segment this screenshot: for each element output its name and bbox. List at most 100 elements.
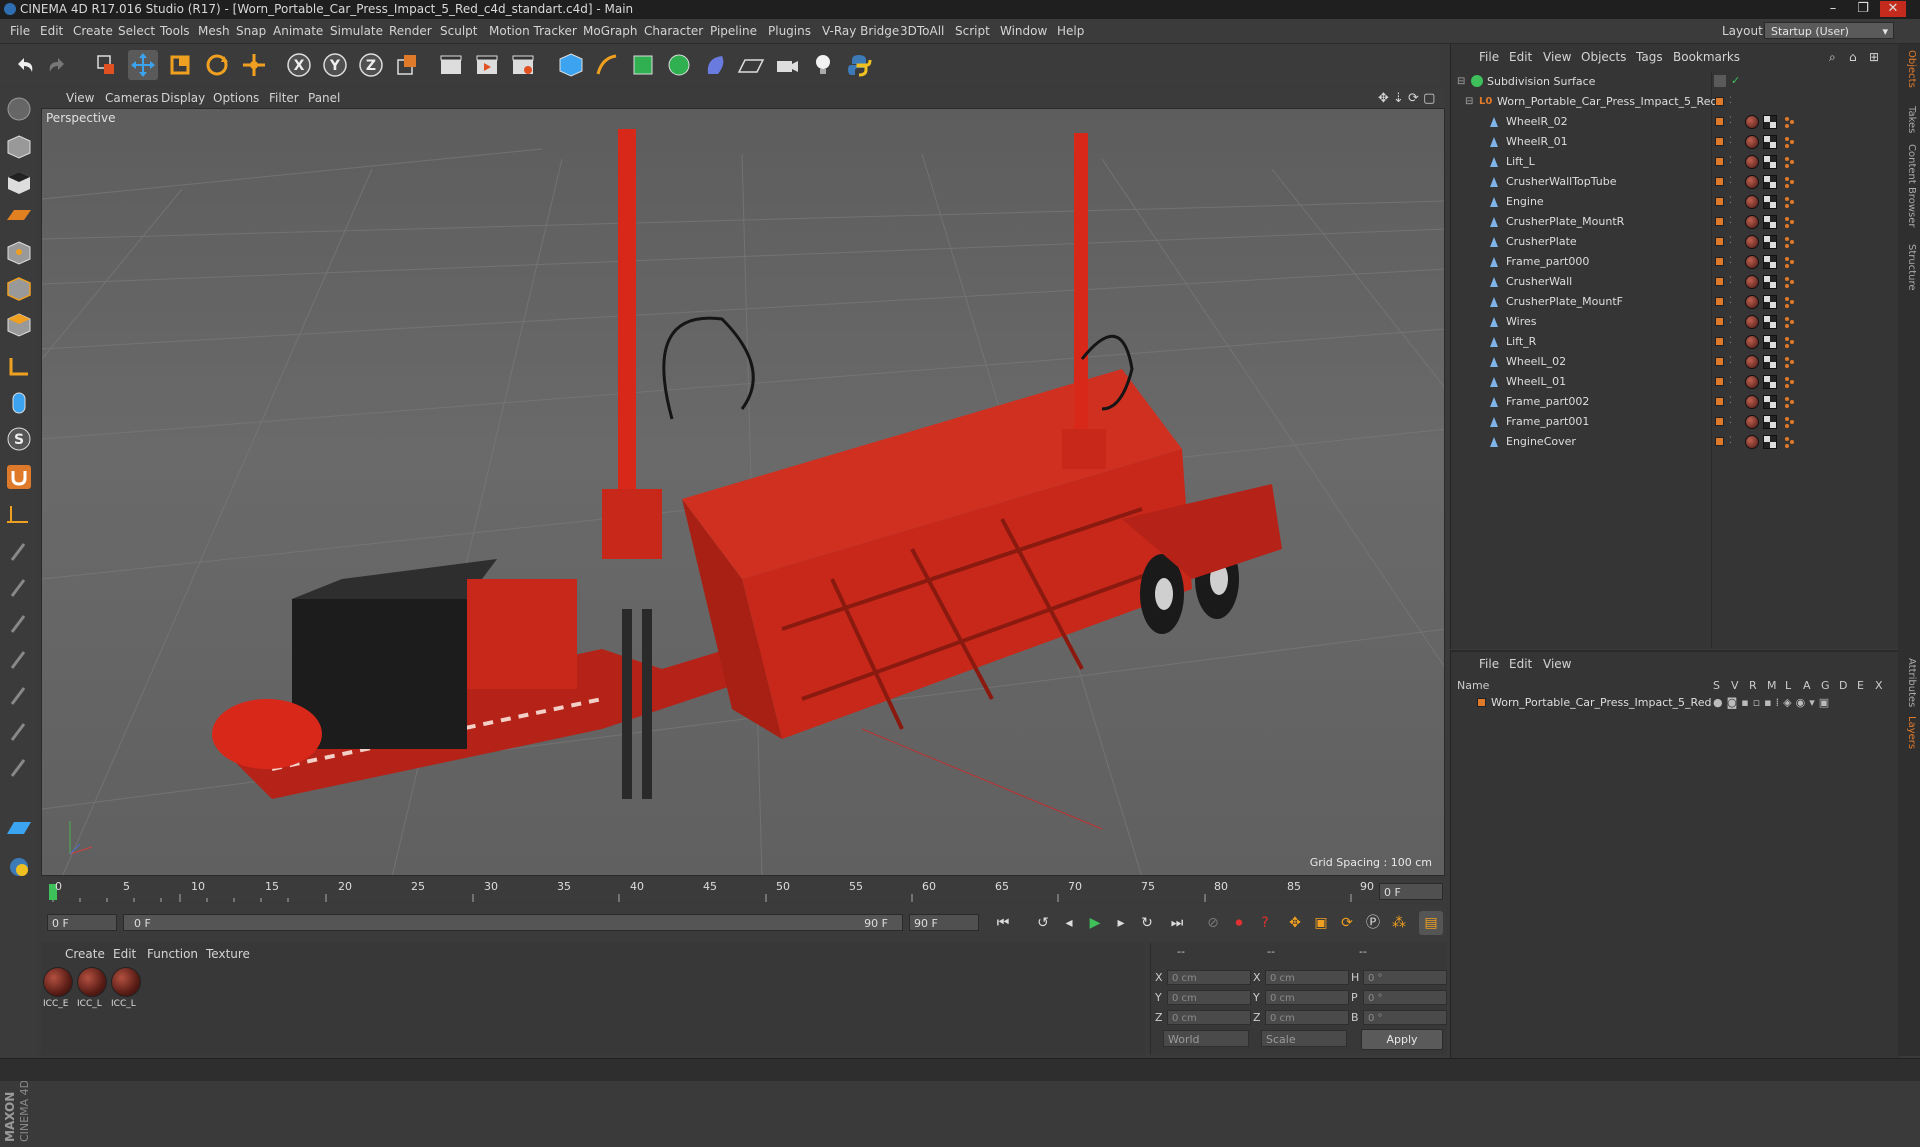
scale-button[interactable] <box>165 50 195 80</box>
material-swatch[interactable]: ICC_L <box>77 967 107 1009</box>
menu-pipeline[interactable]: Pipeline <box>710 24 757 38</box>
layer-color-icon[interactable] <box>1715 217 1724 226</box>
minimize-button[interactable]: – <box>1820 1 1846 17</box>
current-frame-field[interactable]: 0 F <box>1379 883 1443 900</box>
material-tag-icon[interactable] <box>1745 155 1759 169</box>
frame-range-slider[interactable]: 0 F 90 F <box>123 914 903 931</box>
python-button[interactable] <box>844 50 874 80</box>
menu-mesh[interactable]: Mesh <box>198 24 230 38</box>
axis-mode-button[interactable] <box>4 352 34 382</box>
layer-color-icon[interactable] <box>1715 157 1724 166</box>
uvw-tag-icon[interactable] <box>1763 375 1777 389</box>
visibility-dots-icon[interactable]: ⁚ <box>1729 396 1735 408</box>
uvw-tag-icon[interactable] <box>1763 395 1777 409</box>
sculpt-tool-1[interactable] <box>4 536 34 566</box>
start-frame-field[interactable]: 0 F <box>47 914 117 931</box>
object-row[interactable]: WheelR_02 ⁚ <box>1451 112 1899 132</box>
record-button[interactable]: ⏺ <box>1227 911 1251 935</box>
end-frame-field[interactable]: 90 F <box>909 914 979 931</box>
tab-layers[interactable]: Layers <box>1901 716 1917 749</box>
uvw-tag-icon[interactable] <box>1763 335 1777 349</box>
rotation-b-field[interactable]: 0 ° <box>1363 1010 1447 1025</box>
tweak-mode-button[interactable] <box>4 388 34 418</box>
phong-tag-icon[interactable] <box>1783 395 1797 409</box>
layer-color-icon[interactable] <box>1715 177 1724 186</box>
menu-plugins[interactable]: Plugins <box>768 24 811 38</box>
layer-row[interactable]: Worn_Portable_Car_Press_Impact_5_Red ●◙▪… <box>1451 693 1899 713</box>
tab-content-browser[interactable]: Content Browser <box>1901 144 1917 227</box>
visibility-dots-icon[interactable]: ⁚ <box>1729 356 1735 368</box>
live-selection-button[interactable] <box>90 50 120 80</box>
object-row-subdivision[interactable]: ⊟ Subdivision Surface ✓ <box>1451 72 1899 92</box>
menu-character[interactable]: Character <box>644 24 703 38</box>
material-tag-icon[interactable] <box>1745 415 1759 429</box>
undo-button[interactable] <box>10 50 40 80</box>
visibility-dots-icon[interactable]: ⁚ <box>1729 176 1735 188</box>
uvw-tag-icon[interactable] <box>1763 415 1777 429</box>
search-icon[interactable]: ⌕ <box>1829 50 1836 65</box>
material-tag-icon[interactable] <box>1745 215 1759 229</box>
menu-motion-tracker[interactable]: Motion Tracker <box>489 24 577 38</box>
object-row[interactable]: Wires ⁚ <box>1451 312 1899 332</box>
transform-button[interactable] <box>239 50 269 80</box>
visibility-dots-icon[interactable]: ⁚ <box>1729 236 1735 248</box>
menu-help[interactable]: Help <box>1057 24 1084 38</box>
phong-tag-icon[interactable] <box>1783 335 1797 349</box>
obj-menu-view[interactable]: View <box>1543 50 1571 64</box>
tab-structure[interactable]: Structure <box>1901 244 1917 291</box>
z-axis-button[interactable]: Z <box>356 50 386 80</box>
phong-tag-icon[interactable] <box>1783 135 1797 149</box>
position-y-field[interactable]: 0 cm <box>1167 990 1251 1005</box>
phong-tag-icon[interactable] <box>1783 375 1797 389</box>
object-row[interactable]: CrusherPlate ⁚ <box>1451 232 1899 252</box>
obj-menu-bookmarks[interactable]: Bookmarks <box>1673 50 1740 64</box>
close-button[interactable]: ✕ <box>1880 1 1906 17</box>
collapse-icon[interactable]: ⊟ <box>1465 96 1475 108</box>
layer-color-icon[interactable] <box>1715 197 1724 206</box>
menu-select[interactable]: Select <box>118 24 155 38</box>
layer-color-icon[interactable] <box>1715 377 1724 386</box>
menu-3dtoall[interactable]: 3DToAll <box>900 24 944 38</box>
layer-swatch-icon[interactable] <box>1714 75 1726 87</box>
x-axis-button[interactable]: X <box>284 50 314 80</box>
visibility-dots-icon[interactable]: ⁚ <box>1729 336 1735 348</box>
menu-vray-bridge[interactable]: V-Ray Bridge <box>822 24 899 38</box>
phong-tag-icon[interactable] <box>1783 435 1797 449</box>
visibility-dots-icon[interactable]: ⁚ <box>1729 96 1735 108</box>
timeline-ruler[interactable]: 0 5 10 15 20 25 30 35 40 45 50 55 60 65 … <box>41 880 1446 902</box>
phong-tag-icon[interactable] <box>1783 255 1797 269</box>
object-row-group[interactable]: ⊟ L0 Worn_Portable_Car_Press_Impact_5_Re… <box>1451 92 1899 112</box>
material-tag-icon[interactable] <box>1745 395 1759 409</box>
material-tag-icon[interactable] <box>1745 375 1759 389</box>
layer-menu-file[interactable]: File <box>1479 657 1499 671</box>
material-tag-icon[interactable] <box>1745 175 1759 189</box>
obj-menu-objects[interactable]: Objects <box>1581 50 1626 64</box>
grid-lock-button[interactable] <box>4 814 34 844</box>
object-row[interactable]: WheelL_02 ⁚ <box>1451 352 1899 372</box>
visibility-dots-icon[interactable]: ⁚ <box>1729 416 1735 428</box>
uvw-tag-icon[interactable] <box>1763 175 1777 189</box>
uvw-tag-icon[interactable] <box>1763 295 1777 309</box>
obj-menu-edit[interactable]: Edit <box>1509 50 1532 64</box>
menu-simulate[interactable]: Simulate <box>330 24 383 38</box>
material-tag-icon[interactable] <box>1745 355 1759 369</box>
layer-color-icon[interactable] <box>1477 698 1486 707</box>
phong-tag-icon[interactable] <box>1783 115 1797 129</box>
uvw-tag-icon[interactable] <box>1763 255 1777 269</box>
layer-flag-icons[interactable]: ●◙▪▫▪⁞◈◉▾▣ <box>1713 696 1833 709</box>
phong-tag-icon[interactable] <box>1783 315 1797 329</box>
menu-snap[interactable]: Snap <box>236 24 266 38</box>
phong-tag-icon[interactable] <box>1783 155 1797 169</box>
layer-color-icon[interactable] <box>1715 357 1724 366</box>
object-row[interactable]: Lift_R ⁚ <box>1451 332 1899 352</box>
sculpt-tool-2[interactable] <box>4 572 34 602</box>
uvw-tag-icon[interactable] <box>1763 235 1777 249</box>
uvw-tag-icon[interactable] <box>1763 275 1777 289</box>
material-tag-icon[interactable] <box>1745 335 1759 349</box>
next-frame-button[interactable]: ▸ <box>1109 911 1133 935</box>
object-row[interactable]: Engine ⁚ <box>1451 192 1899 212</box>
object-row[interactable]: CrusherWallTopTube ⁚ <box>1451 172 1899 192</box>
viewport-nav-icons[interactable]: ✥ ⇣ ⟳ ▢ <box>1378 91 1435 106</box>
object-row[interactable]: WheelR_01 ⁚ <box>1451 132 1899 152</box>
material-tag-icon[interactable] <box>1745 135 1759 149</box>
